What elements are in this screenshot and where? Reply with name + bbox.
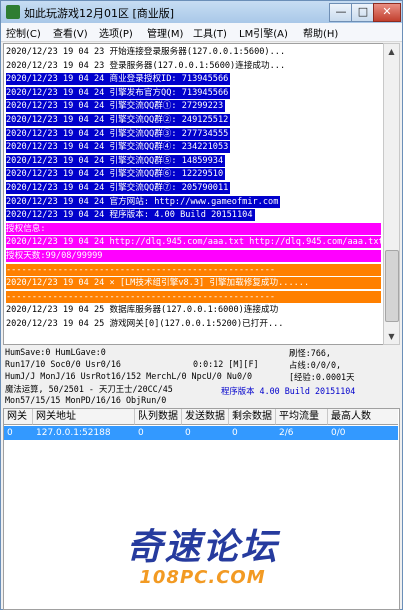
status-line-5: Mon57/15/15 MonPD/16/16 ObjRun/0 — [5, 395, 167, 405]
table-row[interactable]: 0 127.0.0.1:52188 0 0 0 2/6 0/0 — [4, 426, 398, 440]
cell-max-players: 0/0 — [331, 428, 346, 438]
menu-view[interactable]: 查看(V) — [53, 25, 88, 40]
log-line: 2020/12/23 19 04 23 开始连接登录服务器(127.0.0.1:… — [6, 47, 286, 57]
log-line: 授权天数:99/08/99999 — [6, 250, 381, 262]
watermark-sub: 108PC.COM — [139, 567, 266, 588]
log-line: 2020/12/23 19 04 24 引擎交流QQ群②: 249125512 — [6, 114, 231, 126]
scroll-thumb[interactable] — [385, 250, 399, 322]
log-line: 2020/12/23 19 04 24 引擎交流QQ群③: 277734555 — [6, 127, 231, 140]
watermark-main: 奇速论坛 — [126, 527, 279, 568]
app-icon — [6, 5, 20, 19]
log-line: 2020/12/23 19 04 24 引擎交流QQ群①: 27299223 — [6, 100, 226, 113]
col-gateway[interactable]: 网关 — [4, 409, 33, 425]
status-right-2: 占线:0/0/0, — [289, 360, 342, 370]
col-gateway-address[interactable]: 网关地址 — [33, 409, 135, 425]
log-line: ----------------------------------------… — [6, 263, 381, 276]
log-line: 2020/12/23 19 04 25 数据库服务器(127.0.0.1:600… — [6, 305, 279, 316]
cell-queue-data: 0 — [138, 428, 144, 438]
cell-gateway: 0 — [7, 428, 13, 438]
log-line: 2020/12/23 19 04 24 官方网站: http://www.gam… — [6, 195, 281, 208]
log-line: 2020/12/23 19 04 24 程序版本: 4.00 Build 201… — [6, 209, 255, 222]
status-line-1: HumSave:0 HumLGave:0 — [5, 347, 106, 357]
col-max-players[interactable]: 最高人数 — [328, 409, 398, 425]
log-line: 2020/12/23 19 04 24 引擎交流QQ群⑤: 14859934 — [6, 154, 226, 167]
menu-options[interactable]: 选项(P) — [99, 25, 133, 40]
log-line: 2020/12/23 19 04 24 引擎发布官方QQ: 713945566 — [6, 86, 231, 99]
minimize-button[interactable]: — — [329, 3, 353, 22]
log-line: 2020/12/23 19 04 24 引擎交流QQ群⑥: 12229510 — [6, 168, 226, 181]
log-line: 2020/12/23 19 04 24 http://dlq.945.com/a… — [6, 236, 381, 249]
log-line: 授权信息: — [6, 222, 381, 235]
menu-lm-engine[interactable]: LM引擎(A) — [239, 25, 288, 40]
col-remaining-data[interactable]: 剩余数据 — [229, 409, 276, 425]
status-panel: HumSave:0 HumLGave:0 Run17/10 Soc0/0 Usr… — [3, 345, 398, 407]
status-right-1: 刷怪:766, — [289, 348, 331, 358]
menu-control[interactable]: 控制(C) — [6, 25, 41, 40]
watermark: 奇速论坛 108PC.COM — [1, 528, 403, 588]
close-button[interactable]: ✕ — [373, 3, 401, 22]
program-version: 程序版本 4.00 Build 20151104 — [221, 386, 356, 396]
cell-gateway-address: 127.0.0.1:52188 — [36, 428, 111, 438]
col-avg-traffic[interactable]: 平均流量 — [276, 409, 328, 425]
status-right-3: [经验:0.0001天 — [289, 372, 355, 382]
log-line: 2020/12/23 19 04 24 × [LM技术组引擎v8.3] 引擎加载… — [6, 277, 381, 290]
log-line: 2020/12/23 19 04 24 商业登录授权ID: 713945566 — [6, 73, 231, 86]
log-line: 2020/12/23 19 04 24 引擎交流QQ群⑦: 205790011 — [6, 182, 231, 194]
cell-remaining-data: 0 — [232, 428, 238, 438]
status-line-4: 魔法运算, 50/2501 - 天刀王士/20CC/45 — [5, 384, 173, 394]
title-bar[interactable]: 如此玩游戏12月01区 [商业版] — □ ✕ — [1, 1, 402, 23]
status-line-3: HumJ/J MonJ/16 UsrRot16/152 MerchL/0 Npc… — [5, 371, 253, 381]
log-line: 2020/12/23 19 04 24 引擎交流QQ群④: 234221053 — [6, 141, 231, 154]
main-window: 如此玩游戏12月01区 [商业版] — □ ✕ 控制(C) 查看(V) 选项(P… — [0, 0, 403, 610]
maximize-button[interactable]: □ — [351, 3, 375, 22]
scroll-down-arrow-icon[interactable]: ▼ — [384, 329, 399, 344]
status-line-2: Run17/10 Soc0/0 Usr0/16 — [5, 359, 121, 369]
menu-help[interactable]: 帮助(H) — [303, 25, 338, 40]
menu-tools[interactable]: 工具(T) — [193, 25, 227, 40]
scroll-up-arrow-icon[interactable]: ▲ — [384, 44, 399, 59]
window-title: 如此玩游戏12月01区 [商业版] — [24, 7, 175, 20]
menu-bar: 控制(C) 查看(V) 选项(P) 管理(M) 工具(T) LM引擎(A) 帮助… — [1, 23, 402, 42]
status-timer: 0:0:12 [M][F] — [193, 359, 259, 369]
log-line: ----------------------------------------… — [6, 290, 381, 303]
cell-avg-traffic: 2/6 — [279, 428, 294, 438]
menu-manage[interactable]: 管理(M) — [147, 25, 183, 40]
cell-send-data: 0 — [185, 428, 191, 438]
log-line: 2020/12/23 19 04 23 登录服务器(127.0.0.1:5600… — [6, 60, 286, 71]
log-scrollbar[interactable]: ▲ ▼ — [383, 43, 400, 345]
col-queue-data[interactable]: 队列数据 — [135, 409, 182, 425]
log-panel[interactable]: 2020/12/23 19 04 23 开始连接登录服务器(127.0.0.1:… — [3, 43, 384, 345]
log-line: 2020/12/23 19 04 25 游戏网关[0](127.0.0.1:52… — [6, 319, 284, 329]
col-send-data[interactable]: 发送数据 — [182, 409, 229, 425]
